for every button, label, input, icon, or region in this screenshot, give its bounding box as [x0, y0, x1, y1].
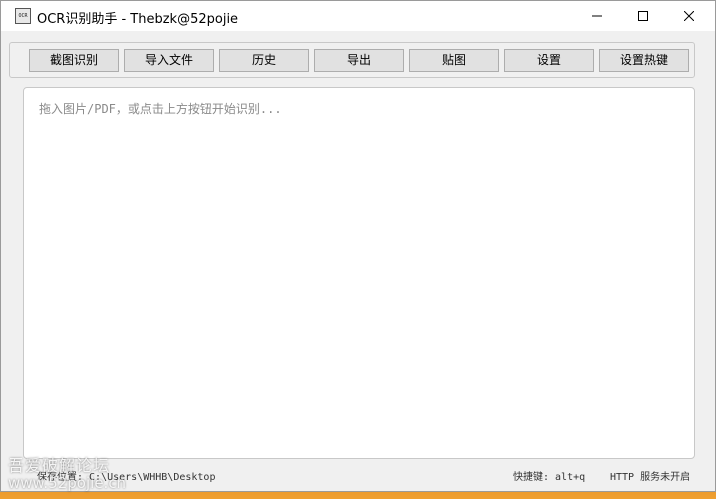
app-icon: OCR	[15, 8, 31, 24]
minimize-button[interactable]	[574, 1, 620, 31]
minimize-icon	[592, 15, 602, 17]
history-button[interactable]: 历史	[219, 49, 309, 72]
watermark-site-name: 吾爱破解论坛	[8, 456, 111, 475]
result-textarea[interactable]: 拖入图片/PDF，或点击上方按钮开始识别...	[23, 87, 695, 459]
import-file-button[interactable]: 导入文件	[124, 49, 214, 72]
title-bar[interactable]: OCR OCR识别助手 - Thebzk@52pojie	[1, 1, 715, 31]
toolbar: 截图识别 导入文件 历史 导出 贴图 设置 设置热键	[9, 42, 695, 78]
http-service-status: HTTP 服务未开启	[610, 472, 691, 483]
maximize-icon	[638, 11, 648, 21]
close-button[interactable]	[666, 1, 712, 31]
window-title: OCR识别助手 - Thebzk@52pojie	[37, 12, 239, 27]
maximize-button[interactable]	[620, 1, 666, 31]
close-icon	[684, 11, 694, 21]
watermark-url: www.52pojie.cn	[8, 474, 127, 492]
pin-image-button[interactable]: 贴图	[409, 49, 499, 72]
settings-button[interactable]: 设置	[504, 49, 594, 72]
app-window: OCR OCR识别助手 - Thebzk@52pojie 截图识别 导入文件 历…	[0, 0, 716, 492]
export-button[interactable]: 导出	[314, 49, 404, 72]
textarea-placeholder: 拖入图片/PDF，或点击上方按钮开始识别...	[39, 102, 282, 116]
shortcut-status: 快捷键: alt+q	[513, 472, 586, 483]
hotkey-settings-button[interactable]: 设置热键	[599, 49, 689, 72]
screenshot-ocr-button[interactable]: 截图识别	[29, 49, 119, 72]
